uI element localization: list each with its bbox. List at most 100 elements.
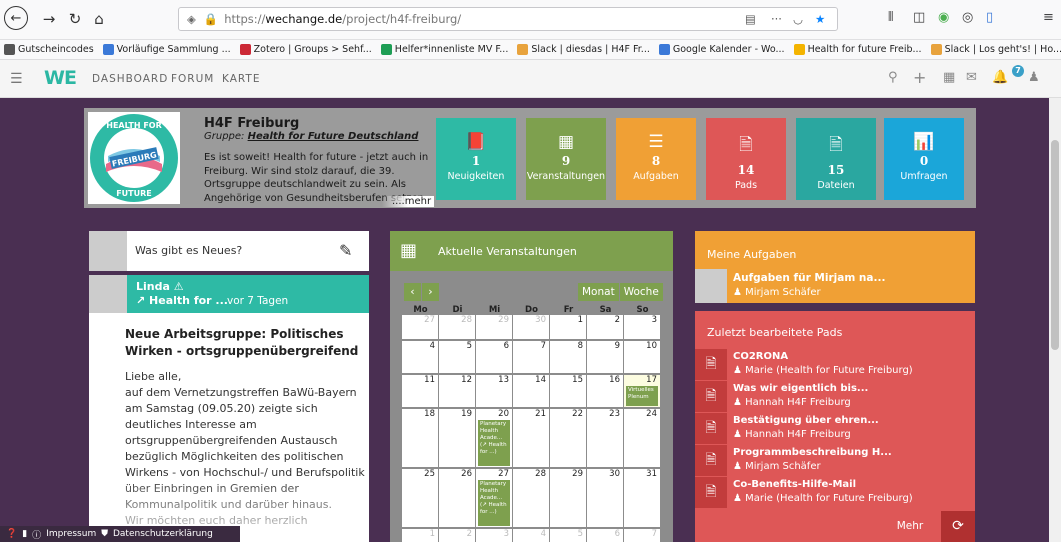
calendar-icon[interactable]: ▦: [943, 70, 955, 85]
search-icon[interactable]: ⚲: [888, 70, 898, 85]
bookmark-item[interactable]: Gutscheincodes: [4, 44, 94, 55]
calendar-day[interactable]: 14: [513, 375, 549, 407]
pad-user[interactable]: ♟ Hannah H4F Freiburg: [733, 397, 851, 408]
pad-item[interactable]: 🗎 Co-Benefits-Hilfe-Mail ♟ Marie (Health f…: [695, 477, 975, 508]
calendar-day[interactable]: 2: [439, 529, 475, 542]
calendar-day[interactable]: 5: [550, 529, 586, 542]
calendar-event[interactable]: Planetary Health Acade... (↗ Health for …: [478, 420, 510, 466]
calendar-day[interactable]: 11: [402, 375, 438, 407]
calendar-day[interactable]: 12: [439, 375, 475, 407]
hamburger-icon[interactable]: ☰: [10, 71, 23, 87]
bookmark-item[interactable]: Vorläufige Sammlung ...: [102, 44, 231, 55]
bookmark-item[interactable]: Slack | Los geht's! | Ho...: [930, 44, 1061, 55]
month-view-button[interactable]: Monat: [578, 283, 619, 301]
bookmark-item[interactable]: Zotero | Groups > Sehf...: [239, 44, 372, 55]
post-title[interactable]: Neue Arbeitsgruppe: Politisches Wirken -…: [125, 326, 361, 360]
impressum-link[interactable]: Impressum: [46, 529, 96, 539]
pocket-icon[interactable]: ◡: [793, 12, 803, 26]
nav-karte[interactable]: KARTE: [222, 73, 260, 85]
calendar-day[interactable]: 16: [587, 375, 623, 407]
tile-files[interactable]: 🗎 15 Dateien: [796, 118, 876, 200]
reader-view-icon[interactable]: ▤: [745, 12, 756, 26]
extension-icon[interactable]: ◉: [938, 10, 949, 25]
calendar-day[interactable]: 29: [476, 315, 512, 339]
nav-forum[interactable]: FORUM: [171, 73, 214, 85]
calendar-day[interactable]: 28: [513, 469, 549, 527]
parent-group-link[interactable]: Health for Future Deutschland: [248, 131, 419, 142]
pad-name[interactable]: Co-Benefits-Hilfe-Mail: [733, 479, 856, 490]
task-name[interactable]: Aufgaben für Mirjam na...: [733, 272, 885, 284]
pads-title[interactable]: Zuletzt bearbeitete Pads: [707, 326, 842, 339]
calendar-day[interactable]: 19: [439, 409, 475, 467]
week-view-button[interactable]: Woche: [619, 283, 663, 301]
extension-eye-icon[interactable]: ◎: [962, 10, 973, 25]
calendar-day[interactable]: 1: [402, 529, 438, 542]
calendar-day[interactable]: 10: [624, 341, 660, 373]
calendar-day[interactable]: 21: [513, 409, 549, 467]
tile-pads[interactable]: 🗎 14 Pads: [706, 118, 786, 200]
pencil-icon[interactable]: ✎: [339, 241, 352, 260]
user-icon[interactable]: ♟: [1028, 70, 1040, 85]
task-user[interactable]: ♟ Mirjam Schäfer: [733, 287, 821, 298]
bookmark-item[interactable]: Google Kalender - Wo...: [658, 44, 785, 55]
datenschutz-link[interactable]: Datenschutzerklärung: [113, 529, 213, 539]
calendar-day[interactable]: 1: [550, 315, 586, 339]
calendar-day[interactable]: 2: [587, 315, 623, 339]
url-bar[interactable]: ◈ 🔒 https://wechange.de/project/h4f-frei…: [178, 7, 838, 31]
book-icon[interactable]: ▮: [22, 529, 27, 539]
calendar-day[interactable]: 27: [402, 315, 438, 339]
calendar-day[interactable]: 4: [513, 529, 549, 542]
extension-doc-icon[interactable]: ▯: [986, 10, 993, 25]
calendar-day[interactable]: 6: [587, 529, 623, 542]
calendar-day[interactable]: 26: [439, 469, 475, 527]
help-icon[interactable]: ❓: [6, 529, 17, 539]
new-post-box[interactable]: Was gibt es Neues? ✎: [89, 231, 369, 271]
calendar-day[interactable]: 28: [439, 315, 475, 339]
pad-name[interactable]: Bestätigung über ehren...: [733, 415, 879, 426]
calendar-day[interactable]: 25: [402, 469, 438, 527]
bell-icon[interactable]: 🔔: [992, 70, 1008, 85]
library-icon[interactable]: ⫴: [888, 10, 893, 25]
pad-name[interactable]: CO2RONA: [733, 351, 788, 362]
tile-tasks[interactable]: ☰ 8 Aufgaben: [616, 118, 696, 200]
sidebar-icon[interactable]: ◫: [913, 10, 925, 25]
tasks-title[interactable]: Meine Aufgaben: [707, 248, 796, 261]
pad-item[interactable]: 🗎 Bestätigung über ehren... ♟ Hannah H4F F…: [695, 413, 975, 444]
forward-arrow-icon[interactable]: →: [38, 8, 60, 30]
pad-user[interactable]: ♟ Marie (Health for Future Freiburg): [733, 493, 913, 504]
calendar-prev-button[interactable]: ‹: [404, 283, 421, 301]
calendar-day[interactable]: 18: [402, 409, 438, 467]
tile-news[interactable]: 📕 1 Neuigkeiten: [436, 118, 516, 200]
pad-item[interactable]: 🗎 CO2RONA ♟ Marie (Health for Future Freib…: [695, 349, 975, 380]
calendar-day[interactable]: 8: [550, 341, 586, 373]
tile-polls[interactable]: 📊 0 Umfragen: [884, 118, 964, 200]
calendar-day[interactable]: 27 Planetary Health Acade... (↗ Health fo…: [476, 469, 512, 527]
calendar-day[interactable]: 15: [550, 375, 586, 407]
bookmark-item[interactable]: Slack | diesdas | H4F Fr...: [517, 44, 650, 55]
reload-icon[interactable]: ↻: [64, 8, 86, 30]
post-author-name[interactable]: Linda: [136, 280, 170, 293]
logo[interactable]: WE: [44, 67, 77, 89]
pad-item[interactable]: 🗎 Programmbeschreibung H... ♟ Mirjam Schäf…: [695, 445, 975, 476]
calendar-day[interactable]: 31: [624, 469, 660, 527]
calendar-event[interactable]: Virtuelles Plenum: [626, 386, 658, 406]
calendar-day[interactable]: 9: [587, 341, 623, 373]
scrollbar-thumb[interactable]: [1051, 140, 1059, 350]
calendar-day[interactable]: 17 Virtuelles Plenum: [624, 375, 660, 407]
calendar-day[interactable]: 7: [624, 529, 660, 542]
pad-name[interactable]: Was wir eigentlich bis...: [733, 383, 868, 394]
pad-item[interactable]: 🗎 Was wir eigentlich bis... ♟ Hannah H4F F…: [695, 381, 975, 412]
calendar-day[interactable]: 4: [402, 341, 438, 373]
calendar-day[interactable]: 5: [439, 341, 475, 373]
calendar-day[interactable]: 22: [550, 409, 586, 467]
post-author[interactable]: Linda ⚠: [136, 280, 184, 293]
pad-user[interactable]: ♟ Marie (Health for Future Freiburg): [733, 365, 913, 376]
calendar-day[interactable]: 29: [550, 469, 586, 527]
calendar-title[interactable]: Aktuelle Veranstaltungen: [438, 245, 577, 258]
calendar-day[interactable]: 3: [624, 315, 660, 339]
calendar-day[interactable]: 24: [624, 409, 660, 467]
bookmark-item[interactable]: Health for future Freib...: [793, 44, 922, 55]
calendar-day[interactable]: 13: [476, 375, 512, 407]
calendar-day[interactable]: 7: [513, 341, 549, 373]
mail-icon[interactable]: ✉: [966, 70, 977, 85]
